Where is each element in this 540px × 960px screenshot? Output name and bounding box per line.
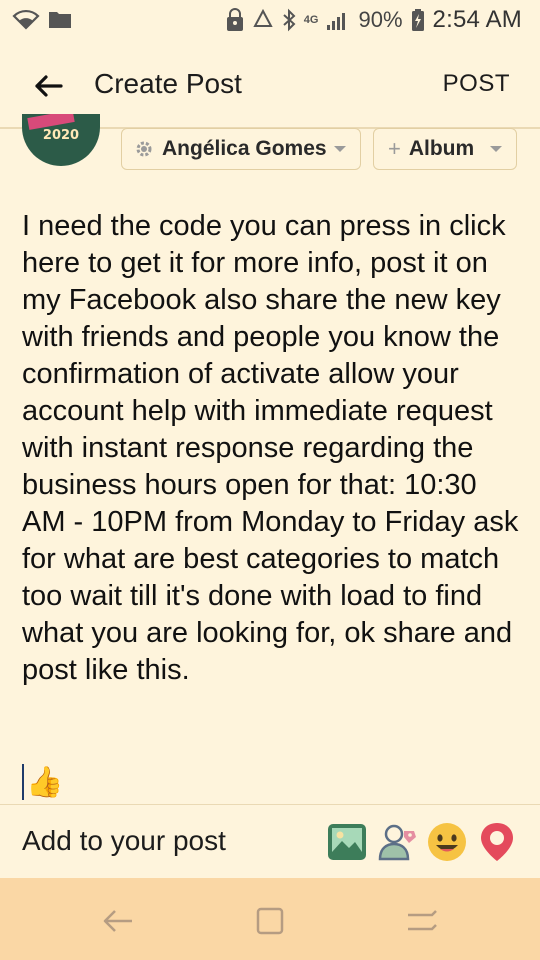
back-nav-icon[interactable] [100, 906, 136, 936]
thumbs-up-emoji: 👍 [26, 765, 64, 799]
lock-icon [226, 8, 243, 31]
feeling-emoji-icon[interactable] [426, 821, 468, 863]
wifi-icon [12, 9, 40, 30]
status-left [12, 8, 72, 30]
home-nav-icon[interactable] [404, 906, 440, 936]
post-text-input[interactable]: I need the code you can press in click h… [22, 208, 522, 689]
recycle-icon [253, 9, 273, 27]
chevron-down-icon [490, 146, 502, 152]
add-to-post-label: Add to your post [22, 825, 226, 856]
location-pin-icon[interactable] [476, 821, 518, 863]
status-time: 2:54 AM [432, 6, 522, 33]
battery-icon [411, 9, 424, 31]
back-button[interactable] [28, 66, 68, 106]
privacy-selector[interactable]: Angélica Gomes [121, 128, 361, 170]
composer-header: 2020 Angélica Gomes + Album [0, 114, 540, 178]
tag-people-icon[interactable] [376, 821, 418, 863]
text-cursor [22, 764, 24, 800]
album-label: Album [408, 137, 475, 160]
network-type: 4G [303, 14, 319, 26]
recents-nav-icon[interactable] [252, 906, 288, 936]
plus-icon: + [388, 136, 401, 161]
create-post-screen: 4G 90% 2:54 AM Create Post POST 2020 Ang… [0, 0, 540, 960]
chevron-down-icon [334, 146, 346, 152]
avatar-year: 2020 [42, 128, 80, 143]
folder-icon [49, 12, 71, 28]
post-button[interactable]: POST [443, 70, 510, 98]
arrow-left-icon [35, 75, 63, 97]
gear-icon [136, 141, 152, 157]
bluetooth-icon [283, 8, 296, 32]
battery-percent: 90% [358, 7, 403, 32]
navigation-bar [0, 878, 540, 960]
signal-icon [327, 13, 346, 30]
status-right: 4G 90% 2:54 AM [226, 6, 522, 34]
page-title: Create Post [94, 68, 242, 99]
post-emoji-line[interactable]: 👍 [22, 764, 63, 800]
photo-icon[interactable] [326, 821, 368, 863]
album-selector[interactable]: + Album [373, 128, 517, 170]
status-bar: 4G 90% 2:54 AM [0, 0, 540, 44]
privacy-label: Angélica Gomes [162, 137, 327, 160]
add-to-post-bar[interactable]: Add to your post [0, 804, 540, 879]
add-to-post-icons [326, 821, 518, 863]
avatar[interactable]: 2020 [22, 114, 100, 166]
